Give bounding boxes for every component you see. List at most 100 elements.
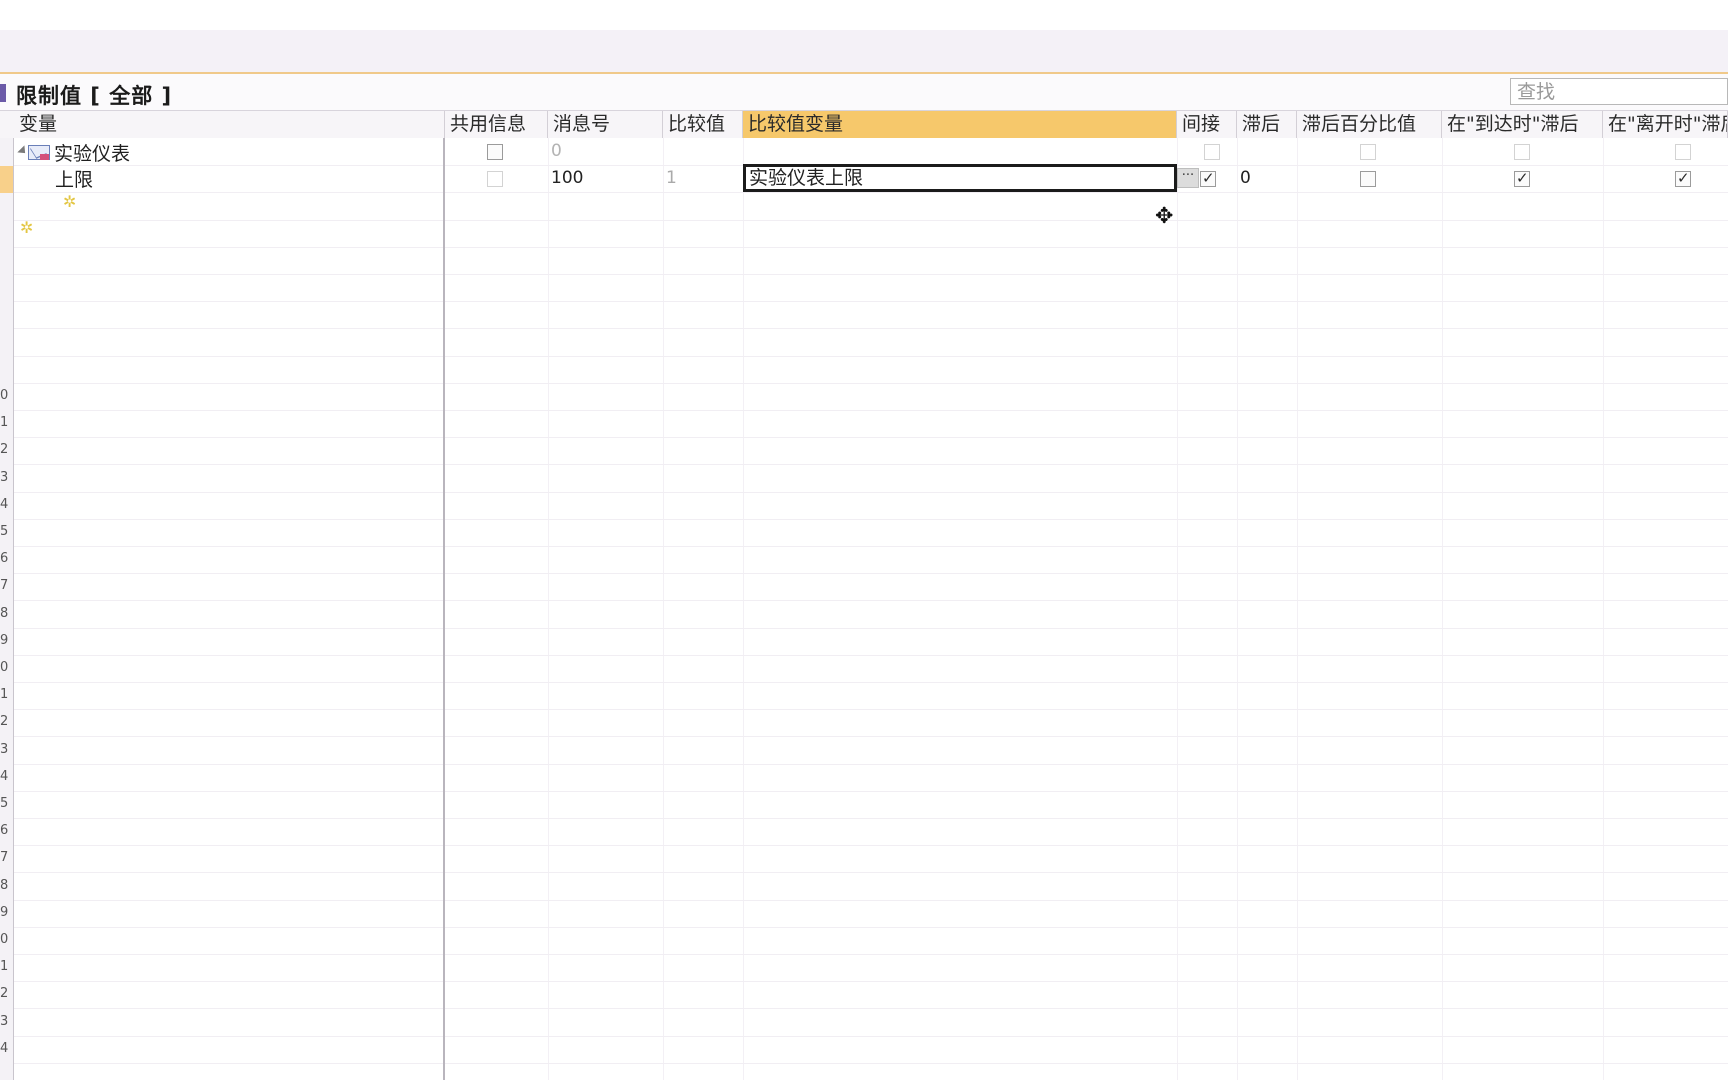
row-number: 7 <box>0 578 9 593</box>
grid-row-line <box>445 600 1728 601</box>
row-number-gutter: 0 1 2 3 4 5 6 7 8 9 0 1 2 3 4 5 6 7 8 9 0 1 2 3 4 <box>0 138 14 1080</box>
column-header-shared-info[interactable]: 共用信息 <box>445 111 548 138</box>
row-number: 3 <box>0 470 9 485</box>
row-number: 5 <box>0 524 9 539</box>
on-leave-delay-checkbox[interactable] <box>1675 169 1691 187</box>
grid-row-line <box>14 1063 443 1064</box>
row-number: 2 <box>0 986 9 1001</box>
grid-column-line <box>743 138 744 1080</box>
move-cursor-icon: ✥ <box>1155 204 1174 229</box>
row-number: 1 <box>0 415 9 430</box>
grid-row-line <box>14 410 443 411</box>
grid-row-line <box>445 410 1728 411</box>
grid-row-line <box>445 628 1728 629</box>
ellipsis-icon[interactable]: ··· <box>1177 168 1199 188</box>
grid-row-line <box>445 519 1728 520</box>
grid-row-line <box>445 464 1728 465</box>
tree-item-instrument[interactable]: 实验仪表 <box>54 139 130 166</box>
panel-title: 限制值 [ 全部 ] <box>16 84 173 108</box>
grid-row-line <box>445 1063 1728 1064</box>
row-number: 0 <box>0 932 9 947</box>
compare-value-cell[interactable]: 1 <box>666 168 677 188</box>
grid-column-line <box>1297 138 1298 1080</box>
row-number: 0 <box>0 660 9 675</box>
grid-row-line <box>445 546 1728 547</box>
grid-row-line <box>445 301 1728 302</box>
column-header-on-arrive-delay[interactable]: 在"到达时"滞后 <box>1442 111 1603 138</box>
message-no-cell[interactable]: 0 <box>551 141 562 161</box>
row-number: 6 <box>0 823 9 838</box>
grid-row-line <box>14 519 443 520</box>
grid-row-line <box>445 328 1728 329</box>
column-header-delay-percent[interactable]: 滞后百分比值 <box>1297 111 1442 138</box>
column-header-message-no[interactable]: 消息号 <box>548 111 663 138</box>
compare-variable-editor[interactable]: 实验仪表上限 <box>743 164 1177 192</box>
grid-row-line <box>14 872 443 873</box>
indirect-checkbox[interactable] <box>1204 144 1220 160</box>
message-no-cell[interactable]: 100 <box>551 168 583 188</box>
new-item-star-icon[interactable]: ✲ <box>20 220 36 236</box>
indirect-checkbox[interactable] <box>1200 169 1216 187</box>
grid-row-line <box>14 845 443 846</box>
shared-info-checkbox[interactable] <box>487 171 503 187</box>
grid-row-line <box>445 492 1728 493</box>
row-number: 5 <box>0 796 9 811</box>
grid-row-line <box>445 709 1728 710</box>
grid-column-line <box>1237 138 1238 1080</box>
on-arrive-delay-checkbox[interactable] <box>1514 144 1530 160</box>
new-item-star-icon[interactable]: ✲ <box>63 194 79 210</box>
tree-item-upper-limit[interactable]: 上限 <box>55 165 93 192</box>
row-number: 4 <box>0 1041 9 1056</box>
grid-row-line <box>445 383 1728 384</box>
grid-row-line <box>14 900 443 901</box>
limit-grid: 0 100 1 实验仪表上限 ··· 0 ✥ <box>445 138 1728 1080</box>
column-header-compare-value[interactable]: 比较值 <box>663 111 743 138</box>
expand-toggle-icon[interactable] <box>17 145 29 157</box>
grid-row-line <box>445 900 1728 901</box>
on-leave-delay-checkbox[interactable] <box>1675 144 1691 160</box>
grid-row-line <box>14 818 443 819</box>
grid-row-line <box>14 274 443 275</box>
column-header-on-leave-delay[interactable]: 在"离开时"滞后 <box>1603 111 1728 138</box>
column-header-indirect[interactable]: 间接 <box>1177 111 1237 138</box>
row-number: 3 <box>0 1014 9 1029</box>
grid-header: 变量 共用信息 消息号 比较值 比较值变量 间接 滞后 滞后百分比值 在"到达时… <box>0 111 1728 139</box>
envelope-badge <box>40 154 49 160</box>
row-number: 6 <box>0 551 9 566</box>
search-box[interactable] <box>1510 78 1728 105</box>
grid-row-line <box>445 682 1728 683</box>
grid-row-line <box>14 464 443 465</box>
row-number: 2 <box>0 442 9 457</box>
row-number: 4 <box>0 497 9 512</box>
grid-row-line <box>14 383 443 384</box>
grid-row-line <box>445 192 1728 193</box>
grid-row-line <box>445 573 1728 574</box>
grid-column-line <box>1177 138 1178 1080</box>
grid-row-line <box>14 356 443 357</box>
delay-cell[interactable]: 0 <box>1240 168 1251 188</box>
grid-row-line <box>14 247 443 248</box>
delay-percent-checkbox[interactable] <box>1360 171 1376 187</box>
delay-percent-checkbox[interactable] <box>1360 144 1376 160</box>
grid-row-line <box>445 954 1728 955</box>
shared-info-checkbox[interactable] <box>487 144 503 160</box>
grid-column-line <box>548 138 549 1080</box>
selected-row-marker <box>0 166 13 193</box>
grid-column-line <box>1603 138 1604 1080</box>
grid-row-line <box>445 220 1728 221</box>
top-blank-area <box>0 0 1728 30</box>
grid-row-line <box>445 437 1728 438</box>
column-header-compare-variable[interactable]: 比较值变量 <box>743 111 1177 138</box>
grid-row-line <box>14 1036 443 1037</box>
grid-row-line <box>445 764 1728 765</box>
grid-row-line <box>445 356 1728 357</box>
variable-tree-pane: 实验仪表 上限 ✲ ✲ <box>14 138 445 1080</box>
column-header-delay[interactable]: 滞后 <box>1237 111 1297 138</box>
row-number: 3 <box>0 742 9 757</box>
grid-row-line <box>14 927 443 928</box>
search-input[interactable] <box>1511 79 1727 104</box>
row-number: 4 <box>0 769 9 784</box>
column-header-variable[interactable]: 变量 <box>14 111 445 138</box>
grid-row-line <box>14 791 443 792</box>
on-arrive-delay-checkbox[interactable] <box>1514 169 1530 187</box>
